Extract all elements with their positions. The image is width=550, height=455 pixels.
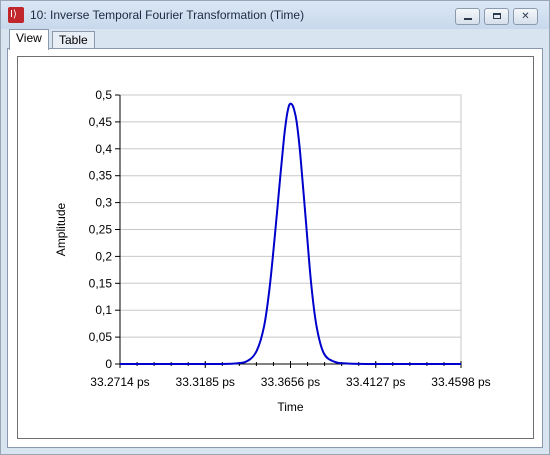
- close-icon: ✕: [521, 11, 530, 22]
- x-tick-label: 33.2714 ps: [90, 375, 149, 389]
- y-tick-label: 0,45: [89, 115, 113, 129]
- app-window: I⟩ 10: Inverse Temporal Fourier Transfor…: [0, 0, 550, 455]
- minimize-icon: [464, 18, 472, 20]
- y-tick-label: 0: [105, 357, 112, 371]
- y-tick-label: 0,4: [95, 142, 112, 156]
- x-axis-label: Time: [277, 400, 304, 414]
- tab-table[interactable]: Table: [52, 31, 95, 49]
- y-tick-label: 0,05: [89, 330, 113, 344]
- window-title: 10: Inverse Temporal Fourier Transformat…: [30, 8, 305, 22]
- x-tick-label: 33.4598 ps: [431, 375, 490, 389]
- y-tick-label: 0,3: [95, 196, 112, 210]
- tab-view[interactable]: View: [9, 29, 49, 50]
- title-bar[interactable]: I⟩ 10: Inverse Temporal Fourier Transfor…: [1, 1, 549, 29]
- x-tick-label: 33.4127 ps: [346, 375, 405, 389]
- plot-frame: 0 0,05 0,1 0,15 0,2 0,25 0,3 0,35 0,4 0,45 0,5 33.2…: [17, 56, 534, 439]
- x-tick-label: 33.3185 ps: [176, 375, 235, 389]
- series-line: [119, 102, 462, 366]
- y-tick-label: 0,25: [89, 223, 113, 237]
- y-tick-label: 0,5: [95, 88, 112, 102]
- x-tick-label: 33.3656 ps: [261, 375, 320, 389]
- y-tick-label: 0,1: [95, 303, 112, 317]
- maximize-button[interactable]: [484, 8, 509, 25]
- app-logo-icon[interactable]: I⟩: [8, 7, 24, 23]
- y-tick-label: 0,2: [95, 249, 112, 263]
- close-button[interactable]: ✕: [513, 8, 538, 25]
- view-panel: 0 0,05 0,1 0,15 0,2 0,25 0,3 0,35 0,4 0,45 0,5 33.2…: [7, 48, 543, 448]
- chart-canvas: 0 0,05 0,1 0,15 0,2 0,25 0,3 0,35 0,4 0,45 0,5 33.2…: [54, 88, 491, 414]
- y-axis-label: Amplitude: [54, 203, 68, 257]
- y-tick-label: 0,35: [89, 169, 113, 183]
- maximize-icon: [493, 13, 501, 19]
- minimize-button[interactable]: [455, 8, 480, 25]
- y-tick-label: 0,15: [89, 276, 113, 290]
